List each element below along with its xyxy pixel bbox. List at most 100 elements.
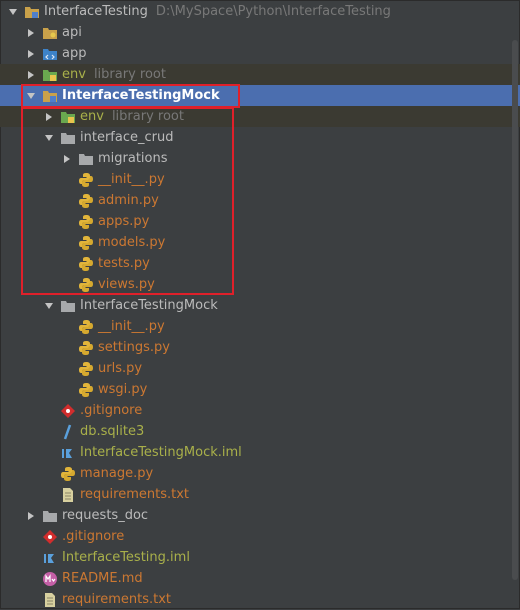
virtualenv-folder-icon bbox=[60, 109, 76, 125]
tree-row[interactable]: __init__.py bbox=[0, 169, 520, 190]
folder-icon bbox=[60, 130, 76, 146]
tree-row[interactable]: requirements.txt bbox=[0, 589, 520, 610]
iml-file-icon bbox=[60, 445, 76, 461]
tree-row[interactable]: InterfaceTestingMock bbox=[0, 85, 520, 106]
tree-item-label: migrations bbox=[98, 151, 168, 166]
tree-item-label: InterfaceTestingMock bbox=[62, 88, 220, 103]
python-file-icon bbox=[78, 340, 94, 356]
tree-item-label: wsgi.py bbox=[98, 382, 148, 397]
tree-row[interactable]: InterfaceTestingMock bbox=[0, 295, 520, 316]
tree-row[interactable]: wsgi.py bbox=[0, 379, 520, 400]
tree-row[interactable]: .gitignore bbox=[0, 400, 520, 421]
project-folder-icon bbox=[24, 4, 40, 20]
markdown-file-icon bbox=[42, 571, 58, 587]
tree-row[interactable]: settings.py bbox=[0, 337, 520, 358]
tree-item-label: InterfaceTestingMock bbox=[80, 298, 218, 313]
tree-item-label: env bbox=[62, 67, 86, 82]
tree-row[interactable]: InterfaceTestingMock.iml bbox=[0, 442, 520, 463]
chevron-down-icon[interactable] bbox=[42, 301, 56, 311]
tree-item-label: app bbox=[62, 46, 87, 61]
chevron-down-icon[interactable] bbox=[24, 91, 38, 101]
tree-item-label: apps.py bbox=[98, 214, 150, 229]
tree-item-label: InterfaceTesting bbox=[44, 4, 148, 19]
tree-item-detail: library root bbox=[93, 67, 166, 82]
python-file-icon bbox=[78, 319, 94, 335]
tree-row[interactable]: api bbox=[0, 22, 520, 43]
tree-item-label: interface_crud bbox=[80, 130, 174, 145]
tree-item-label: InterfaceTestingMock.iml bbox=[80, 445, 242, 460]
tree-item-label: .gitignore bbox=[62, 529, 125, 544]
database-file-icon bbox=[60, 424, 76, 440]
python-file-icon bbox=[78, 172, 94, 188]
chevron-right-icon[interactable] bbox=[42, 112, 56, 122]
tree-item-label: api bbox=[62, 25, 82, 40]
gitignore-file-icon bbox=[60, 403, 76, 419]
tree-row[interactable]: migrations bbox=[0, 148, 520, 169]
python-file-icon bbox=[78, 193, 94, 209]
tree-item-label: models.py bbox=[98, 235, 166, 250]
chevron-right-icon[interactable] bbox=[60, 154, 74, 164]
tree-row[interactable]: db.sqlite3 bbox=[0, 421, 520, 442]
tree-item-label: db.sqlite3 bbox=[80, 424, 145, 439]
folder-icon bbox=[42, 508, 58, 524]
tree-item-label: __init__.py bbox=[98, 172, 165, 187]
tree-row[interactable]: tests.py bbox=[0, 253, 520, 274]
chevron-down-icon[interactable] bbox=[42, 133, 56, 143]
scrollbar[interactable] bbox=[512, 40, 518, 580]
tree-item-detail: D:\MySpace\Python\InterfaceTesting bbox=[155, 4, 391, 19]
tree-item-label: views.py bbox=[98, 277, 155, 292]
package-folder-icon bbox=[42, 25, 58, 41]
tree-row[interactable]: interface_crud bbox=[0, 127, 520, 148]
tree-row[interactable]: views.py bbox=[0, 274, 520, 295]
iml-file-icon bbox=[42, 550, 58, 566]
virtualenv-folder-icon bbox=[42, 67, 58, 83]
tree-item-label: env bbox=[80, 109, 104, 124]
chevron-right-icon[interactable] bbox=[24, 511, 38, 521]
tree-row[interactable]: requests_doc bbox=[0, 505, 520, 526]
tree-item-detail: library root bbox=[111, 109, 184, 124]
tree-item-label: tests.py bbox=[98, 256, 150, 271]
tree-row[interactable]: models.py bbox=[0, 232, 520, 253]
tree-item-label: requests_doc bbox=[62, 508, 149, 523]
tree-row[interactable]: manage.py bbox=[0, 463, 520, 484]
text-file-icon bbox=[42, 592, 58, 608]
tree-item-label: settings.py bbox=[98, 340, 170, 355]
project-folder-icon bbox=[42, 88, 58, 104]
tree-item-label: urls.py bbox=[98, 361, 143, 376]
python-file-icon bbox=[78, 361, 94, 377]
python-file-icon bbox=[78, 214, 94, 230]
source-folder-icon bbox=[42, 46, 58, 62]
tree-row[interactable]: README.md bbox=[0, 568, 520, 589]
python-file-icon bbox=[60, 466, 76, 482]
tree-item-label: requirements.txt bbox=[80, 487, 190, 502]
python-file-icon bbox=[78, 277, 94, 293]
tree-row[interactable]: app bbox=[0, 43, 520, 64]
python-file-icon bbox=[78, 382, 94, 398]
tree-row[interactable]: apps.py bbox=[0, 211, 520, 232]
tree-item-label: InterfaceTesting.iml bbox=[62, 550, 190, 565]
chevron-down-icon[interactable] bbox=[6, 7, 20, 17]
tree-row[interactable]: admin.py bbox=[0, 190, 520, 211]
tree-item-label: README.md bbox=[62, 571, 143, 586]
gitignore-file-icon bbox=[42, 529, 58, 545]
tree-item-label: __init__.py bbox=[98, 319, 165, 334]
tree-row[interactable]: requirements.txt bbox=[0, 484, 520, 505]
tree-row[interactable]: .gitignore bbox=[0, 526, 520, 547]
tree-row[interactable]: env library root bbox=[0, 64, 520, 85]
folder-icon bbox=[60, 298, 76, 314]
tree-item-label: admin.py bbox=[98, 193, 159, 208]
tree-item-label: .gitignore bbox=[80, 403, 143, 418]
tree-row[interactable]: env library root bbox=[0, 106, 520, 127]
text-file-icon bbox=[60, 487, 76, 503]
tree-row[interactable]: urls.py bbox=[0, 358, 520, 379]
python-file-icon bbox=[78, 256, 94, 272]
tree-row[interactable]: InterfaceTesting D:\MySpace\Python\Interf… bbox=[0, 1, 520, 22]
chevron-right-icon[interactable] bbox=[24, 70, 38, 80]
tree-row[interactable]: InterfaceTesting.iml bbox=[0, 547, 520, 568]
tree-row[interactable]: __init__.py bbox=[0, 316, 520, 337]
chevron-right-icon[interactable] bbox=[24, 28, 38, 38]
chevron-right-icon[interactable] bbox=[24, 49, 38, 59]
python-file-icon bbox=[78, 235, 94, 251]
folder-icon bbox=[78, 151, 94, 167]
tree-item-label: manage.py bbox=[80, 466, 154, 481]
